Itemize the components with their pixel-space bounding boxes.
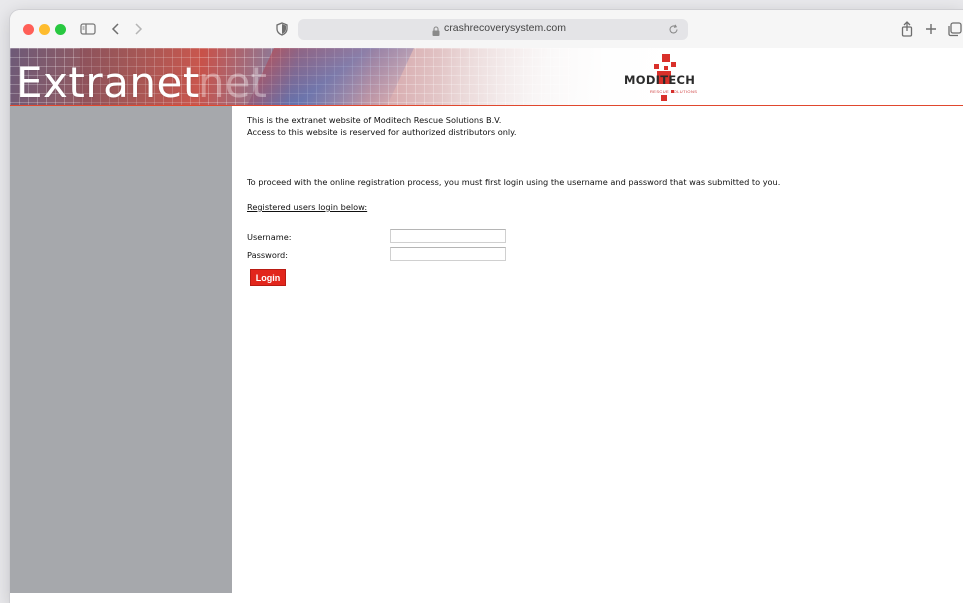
share-icon[interactable]	[897, 19, 917, 39]
tab-overview-icon[interactable]	[944, 19, 963, 39]
minimize-window-button[interactable]	[39, 24, 50, 35]
zoom-window-button[interactable]	[55, 24, 66, 35]
access-notice-text: Access to this website is reserved for a…	[247, 127, 517, 137]
extranet-banner: Extranet net MODITECH RESCUE SOLUTIONS	[10, 48, 963, 106]
proceed-instructions: To proceed with the online registration …	[247, 177, 781, 187]
username-input[interactable]	[390, 229, 506, 243]
address-bar[interactable]: crashrecoverysystem.com	[298, 19, 688, 40]
back-arrow-icon[interactable]	[106, 19, 126, 39]
banner-ghost-text: net	[198, 58, 267, 106]
password-row: Password:	[247, 247, 547, 263]
main-content: This is the extranet website of Moditech…	[247, 114, 947, 286]
close-window-button[interactable]	[23, 24, 34, 35]
login-button[interactable]: Login	[250, 269, 286, 286]
privacy-shield-icon[interactable]	[272, 19, 292, 39]
logo-wordmark: MODITECH	[624, 73, 696, 87]
new-tab-plus-icon[interactable]	[921, 19, 941, 39]
username-label: Username:	[247, 232, 292, 242]
logo-tagline: RESCUE SOLUTIONS	[650, 89, 698, 94]
logo-square	[671, 62, 676, 67]
browser-toolbar: crashrecoverysystem.com	[10, 10, 963, 49]
logo-square	[664, 66, 668, 70]
sidebar-toggle-icon[interactable]	[78, 19, 98, 39]
password-label: Password:	[247, 250, 289, 260]
username-row: Username:	[247, 229, 547, 245]
moditech-logo[interactable]: MODITECH RESCUE SOLUTIONS	[620, 52, 710, 104]
lock-icon	[431, 24, 441, 36]
registered-users-login-link[interactable]: Registered users login below:	[247, 201, 367, 213]
address-url: crashrecoverysystem.com	[444, 22, 566, 34]
logo-square	[662, 54, 670, 62]
browser-window: crashrecoverysystem.com Extranet net MOD…	[10, 10, 963, 603]
left-sidebar	[10, 106, 232, 593]
password-input[interactable]	[390, 247, 506, 261]
forward-arrow-icon[interactable]	[128, 19, 148, 39]
banner-title: Extranet	[16, 58, 200, 106]
reload-icon[interactable]	[667, 23, 680, 36]
intro-text: This is the extranet website of Moditech…	[247, 115, 502, 125]
logo-square	[654, 64, 659, 69]
logo-square	[661, 95, 667, 101]
